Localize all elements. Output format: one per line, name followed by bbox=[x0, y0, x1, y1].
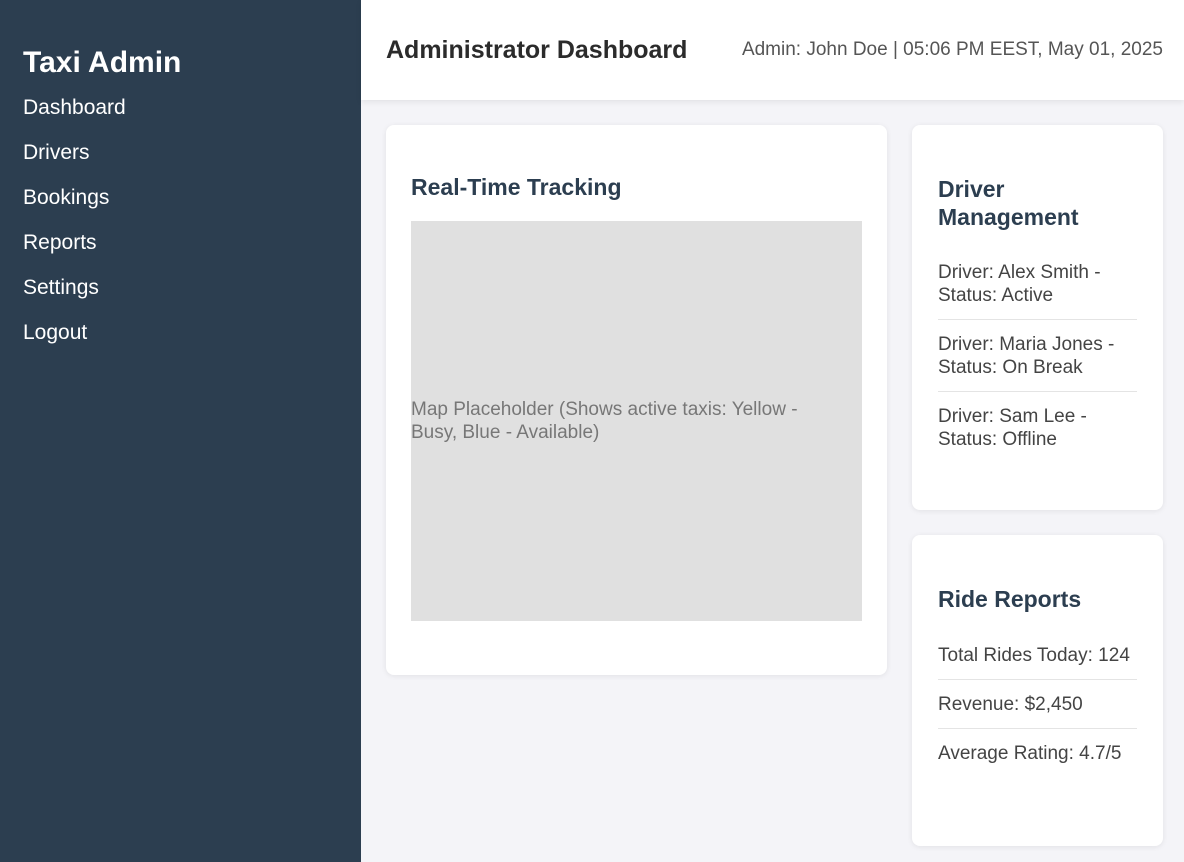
list-item: Total Rides Today: 124 bbox=[938, 634, 1137, 680]
main-content: Administrator Dashboard Admin: John Doe … bbox=[361, 0, 1184, 862]
driver-list: Driver: Alex Smith - Status: Active Driv… bbox=[938, 251, 1137, 463]
map-placeholder-text: Map Placeholder (Shows active taxis: Yel… bbox=[411, 399, 798, 443]
driver-management-title: Driver Management bbox=[938, 176, 1079, 230]
brand-title: Taxi Admin bbox=[23, 46, 182, 79]
page-title: Administrator Dashboard bbox=[386, 35, 688, 64]
sidebar: Taxi Admin Dashboard Drivers Bookings Re… bbox=[0, 0, 361, 862]
sidebar-item-drivers[interactable]: Drivers bbox=[23, 131, 361, 176]
tracking-card: Real-Time Tracking Map Placeholder (Show… bbox=[386, 125, 887, 675]
driver-management-card: Driver Management Driver: Alex Smith - S… bbox=[912, 125, 1163, 510]
sidebar-item-reports[interactable]: Reports bbox=[23, 221, 361, 266]
sidebar-item-bookings[interactable]: Bookings bbox=[23, 176, 361, 221]
app-root: Taxi Admin Dashboard Drivers Bookings Re… bbox=[0, 0, 1184, 862]
report-list: Total Rides Today: 124 Revenue: $2,450 A… bbox=[938, 634, 1137, 777]
list-item: Driver: Maria Jones - Status: On Break bbox=[938, 320, 1137, 392]
list-item: Revenue: $2,450 bbox=[938, 680, 1137, 729]
sidebar-nav: Dashboard Drivers Bookings Reports Setti… bbox=[23, 86, 361, 356]
sidebar-item-settings[interactable]: Settings bbox=[23, 266, 361, 311]
top-header: Administrator Dashboard Admin: John Doe … bbox=[361, 0, 1184, 100]
map-placeholder[interactable]: Map Placeholder (Shows active taxis: Yel… bbox=[411, 221, 862, 621]
list-item: Driver: Alex Smith - Status: Active bbox=[938, 251, 1137, 320]
list-item: Average Rating: 4.7/5 bbox=[938, 743, 1122, 764]
tracking-title: Real-Time Tracking bbox=[411, 174, 622, 200]
ride-reports-title: Ride Reports bbox=[938, 586, 1082, 612]
ride-reports-card: Ride Reports Total Rides Today: 124 Reve… bbox=[912, 535, 1163, 846]
sidebar-item-dashboard[interactable]: Dashboard bbox=[23, 86, 361, 131]
sidebar-item-logout[interactable]: Logout bbox=[23, 311, 361, 356]
admin-info: Admin: John Doe | 05:06 PM EEST, May 01,… bbox=[741, 39, 1163, 60]
list-item: Driver: Sam Lee - Status: Offline bbox=[938, 406, 1087, 450]
